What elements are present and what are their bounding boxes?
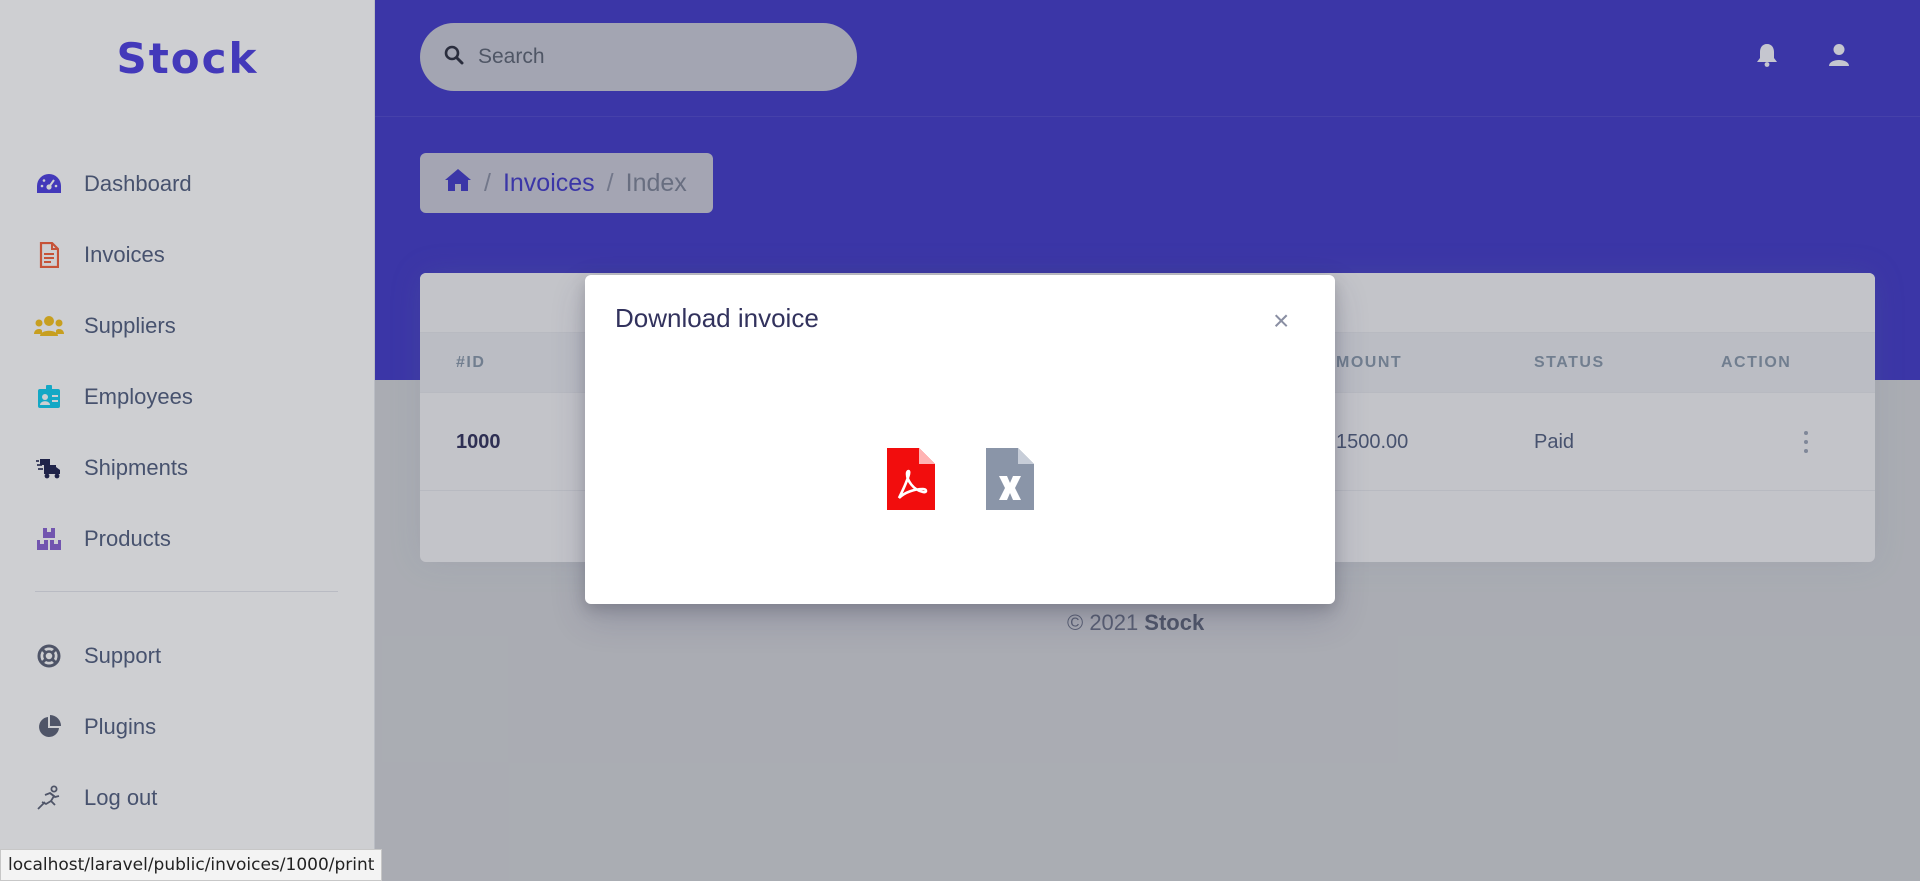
modal-title: Download invoice [615, 303, 819, 333]
browser-status-bar: localhost/laravel/public/invoices/1000/p… [0, 849, 383, 881]
excel-file-icon[interactable] [986, 448, 1034, 510]
modal-close-button[interactable]: × [1273, 307, 1289, 335]
pdf-file-icon[interactable] [887, 448, 935, 510]
download-invoice-modal: Download invoice × [585, 275, 1335, 604]
